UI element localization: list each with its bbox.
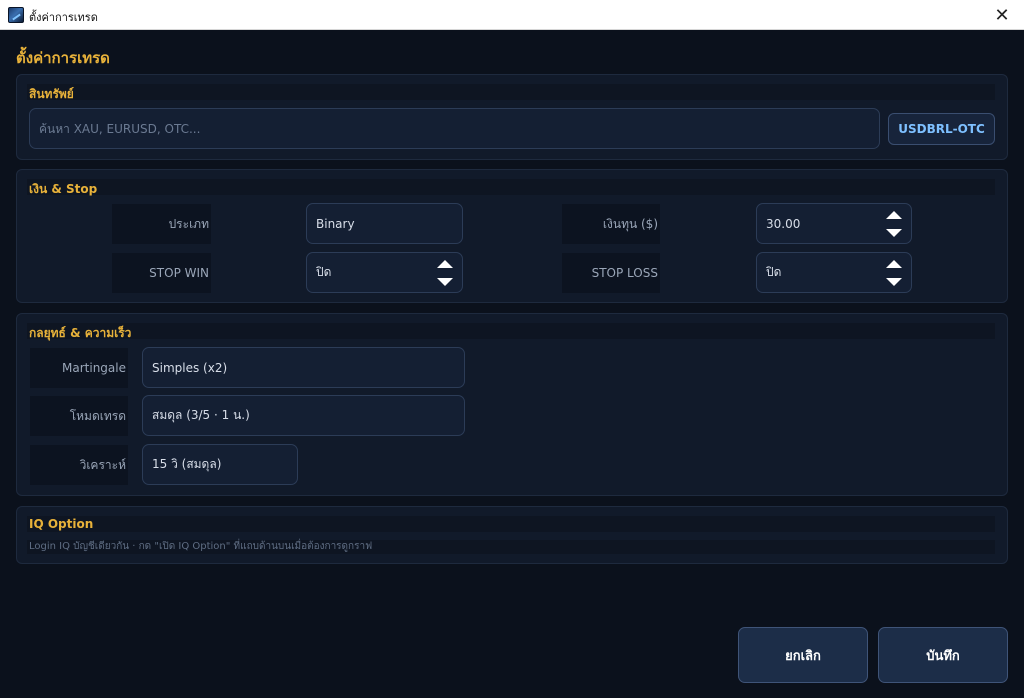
strategy-group-title: กลยุทธ์ & ความเร็ว (29, 326, 132, 340)
stop-win-spin-buttons (434, 257, 456, 289)
stop-loss-spinbox[interactable]: ปิด (756, 252, 912, 293)
strategy-group-header (27, 323, 995, 339)
capital-increment-icon[interactable] (886, 211, 902, 219)
capital-spin-buttons (883, 208, 905, 240)
asset-group-header (27, 84, 995, 100)
stop-loss-value: ปิด (766, 265, 782, 279)
window-title: ตั้งค่าการเทรด (29, 11, 98, 24)
martingale-label: Martingale (30, 348, 128, 388)
analyze-label: วิเคราะห์ (30, 445, 128, 485)
cancel-button[interactable]: ยกเลิก (738, 627, 868, 683)
type-label: ประเภท (112, 204, 211, 244)
stop-win-spinbox[interactable]: ปิด (306, 252, 463, 293)
page-title: ตั้งค่าการเทรด (16, 49, 110, 67)
asset-group-title: สินทรัพย์ (29, 87, 74, 101)
asset-search-field[interactable] (29, 108, 880, 149)
capital-spinbox[interactable]: 30.00 (756, 203, 912, 244)
capital-decrement-icon[interactable] (886, 229, 902, 237)
martingale-select[interactable]: Simples (x2) (142, 347, 465, 388)
martingale-value: Simples (x2) (152, 360, 228, 375)
dialog-content: ตั้งค่าการเทรด สินทรัพย์ USDBRL-OTC เงิน… (0, 30, 1024, 698)
type-value: Binary (316, 216, 355, 231)
trade-mode-value: สมดุล (3/5 · 1 น.) (152, 408, 250, 422)
iq-info-text: Login IQ บัญชีเดียวกัน · กด "เปิด IQ Opt… (27, 540, 995, 554)
stop-loss-label: STOP LOSS (562, 253, 660, 293)
money-stop-group: เงิน & Stop ประเภท Binary เงินทุน ($) 30… (16, 169, 1008, 303)
iq-group-title: IQ Option (29, 517, 94, 531)
close-button[interactable]: ✕ (980, 0, 1024, 30)
stop-loss-decrement-icon[interactable] (886, 278, 902, 286)
capital-label: เงินทุน ($) (562, 204, 660, 244)
strategy-group: กลยุทธ์ & ความเร็ว Martingale Simples (x… (16, 313, 1008, 496)
stop-win-increment-icon[interactable] (437, 260, 453, 268)
stop-win-label: STOP WIN (112, 253, 211, 293)
money-group-header (27, 179, 995, 195)
analyze-value: 15 วิ (สมดุล) (152, 457, 222, 471)
type-select[interactable]: Binary (306, 203, 463, 244)
trade-mode-select[interactable]: สมดุล (3/5 · 1 น.) (142, 395, 465, 436)
asset-search-input[interactable] (39, 121, 879, 136)
iq-option-group: IQ Option Login IQ บัญชีเดียวกัน · กด "เ… (16, 506, 1008, 564)
stop-loss-spin-buttons (883, 257, 905, 289)
selected-symbol-button[interactable]: USDBRL-OTC (888, 113, 995, 145)
trade-mode-label: โหมดเทรด (30, 396, 128, 436)
stop-win-decrement-icon[interactable] (437, 278, 453, 286)
save-button[interactable]: บันทึก (878, 627, 1008, 683)
money-group-title: เงิน & Stop (29, 182, 98, 196)
analyze-select[interactable]: 15 วิ (สมดุล) (142, 444, 298, 485)
stop-loss-increment-icon[interactable] (886, 260, 902, 268)
asset-group: สินทรัพย์ USDBRL-OTC (16, 74, 1008, 160)
iq-group-header (27, 516, 995, 532)
capital-value: 30.00 (766, 216, 801, 231)
stop-win-value: ปิด (316, 265, 332, 279)
window-titlebar: ตั้งค่าการเทรด ✕ (0, 0, 1024, 30)
app-chart-icon (8, 7, 24, 23)
